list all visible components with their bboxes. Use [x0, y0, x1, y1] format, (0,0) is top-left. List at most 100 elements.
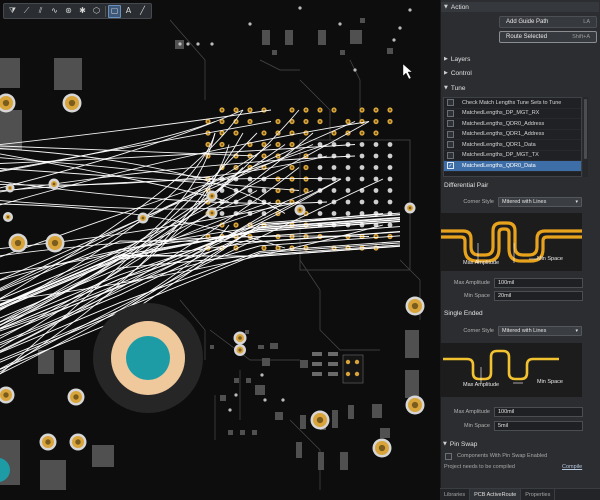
smd-pad	[348, 405, 354, 419]
diff-pair-header: Differential Pair	[444, 182, 489, 189]
polygon-tool-icon[interactable]: ⬡	[90, 5, 103, 18]
bga-pad-core	[220, 143, 224, 146]
smd-pad	[262, 30, 270, 45]
tune-set-item[interactable]: ✓ MatchedLengths_QDR0_Data	[444, 161, 581, 172]
copper-track	[209, 329, 300, 361]
smd-pad	[92, 445, 114, 467]
select-tool-icon[interactable]: ▢	[108, 4, 121, 18]
diff-corner-style-select[interactable]: Mitered with Lines ▾	[498, 197, 582, 207]
pad-tool-icon[interactable]: ✱	[76, 5, 89, 18]
bga-pad-core	[374, 131, 378, 135]
smd-pad	[246, 378, 251, 383]
bga-pad-core	[276, 200, 280, 204]
single-ended-diagram: Max Amplitude Min Space	[441, 343, 582, 397]
smd-pad	[340, 452, 348, 470]
smd-pad	[54, 58, 82, 90]
tune-set-item[interactable]: MatchedLengths_QDR1_Address	[444, 130, 581, 140]
tab-properties[interactable]: Properties	[521, 489, 556, 500]
ic-pad	[354, 371, 360, 377]
single-min-space-caption: Min Space	[537, 379, 563, 385]
tune-set-checkbox[interactable]	[447, 120, 454, 128]
bga-pad-core	[318, 108, 322, 112]
bga-ball	[387, 153, 393, 159]
bga-ball	[317, 211, 323, 216]
bga-ball	[331, 211, 337, 216]
small-via	[234, 393, 238, 397]
smd-pad	[360, 18, 365, 23]
compile-status-message: Project needs to be compiled	[444, 464, 515, 470]
tune-set-item[interactable]: MatchedLengths_QDR0_Address	[444, 119, 581, 130]
add-guide-path-button[interactable]: Add Guide Path LA	[499, 16, 597, 28]
pcb-canvas[interactable]	[0, 0, 440, 500]
smd-pad	[210, 345, 214, 349]
small-via	[398, 26, 402, 30]
smd-pad	[240, 430, 245, 435]
tune-set-checkbox[interactable]	[447, 109, 454, 117]
small-via	[186, 42, 190, 46]
tune-set-item[interactable]: MatchedLengths_QDR1_Data	[444, 140, 581, 151]
via-tool-icon[interactable]: ⊛	[62, 5, 75, 18]
pcb-board-view[interactable]	[0, 0, 440, 500]
multi-route-tool-icon[interactable]: ∿	[48, 5, 61, 18]
bga-pad-core	[374, 120, 378, 123]
single-max-amplitude-input[interactable]: 100mil	[494, 407, 583, 417]
pin-swap-checkbox[interactable]	[445, 453, 452, 460]
tune-set-item[interactable]: Check Match Lengths Tune Sets to Tune	[444, 98, 581, 109]
diff-pair-tool-icon[interactable]: ⫽	[34, 5, 47, 18]
routed-trace	[0, 216, 401, 326]
single-min-space-input[interactable]: 5mil	[494, 421, 583, 431]
smd-pad	[258, 345, 264, 349]
bga-ball	[387, 165, 393, 170]
single-corner-style-label: Corner Style	[463, 328, 494, 334]
single-corner-style-select[interactable]: Mitered with Lines ▾	[498, 326, 582, 336]
bga-ball	[373, 165, 379, 170]
tune-set-checkbox[interactable]	[447, 99, 454, 107]
tune-set-label: MatchedLengths_QDR0_Address	[462, 120, 545, 127]
pin-swap-section-header[interactable]: ▼ Pin Swap	[440, 439, 598, 449]
bga-ball	[247, 188, 253, 193]
tune-set-checkbox[interactable]	[447, 130, 454, 138]
gold-via-hole	[75, 439, 81, 445]
collapse-icon: ▼	[444, 4, 448, 10]
diff-max-amplitude-input[interactable]: 100mil	[494, 278, 583, 288]
text-tool-icon[interactable]: A	[122, 5, 135, 18]
tune-list-scrollbar[interactable]	[583, 97, 588, 177]
tune-set-item[interactable]: MatchedLengths_DP_MGT_TX	[444, 151, 581, 161]
line-tool-icon[interactable]: ╱	[136, 5, 149, 18]
layers-section-header[interactable]: ▶ Layers	[441, 54, 599, 64]
tab-pcb-activeroute[interactable]: PCB ActiveRoute	[470, 489, 522, 500]
pcb-toolbar: ⧩ ⟋ ⫽ ∿ ⊛ ✱ ⬡ ▢ A ╱	[3, 3, 152, 19]
filter-tool-icon[interactable]: ⧩	[6, 5, 19, 18]
tab-libraries[interactable]: Libraries	[440, 489, 471, 500]
route-tool-icon[interactable]: ⟋	[20, 5, 33, 18]
route-selected-button[interactable]: Route Selected Shift+A	[499, 31, 597, 43]
scrollbar-thumb[interactable]	[584, 99, 587, 159]
copper-track	[169, 19, 206, 100]
bga-ball	[359, 199, 365, 205]
bga-pad-core	[304, 189, 308, 192]
bga-ball	[345, 176, 351, 182]
ic-package	[342, 354, 364, 384]
routed-trace	[0, 144, 314, 281]
bga-ball	[345, 188, 351, 193]
bga-pad-core	[290, 108, 294, 112]
bga-ball	[373, 199, 379, 205]
tune-set-checkbox[interactable]	[447, 151, 454, 159]
gold-via-hole	[141, 216, 145, 220]
tune-set-checkbox[interactable]	[447, 141, 454, 149]
tune-set-checkbox[interactable]: ✓	[447, 162, 454, 170]
small-via	[281, 398, 285, 402]
gold-via-hole	[2, 99, 10, 107]
single-ended-serpentine-graphic	[443, 349, 559, 384]
compile-link[interactable]: Compile	[562, 464, 582, 470]
action-section-header[interactable]: ▼ Action	[441, 2, 599, 12]
collapse-icon: ▼	[443, 441, 447, 447]
gold-via-hole	[411, 302, 419, 310]
smd-pad	[272, 50, 277, 55]
gold-via-hole	[238, 336, 242, 340]
diff-min-space-input[interactable]: 20mil	[494, 291, 583, 301]
routed-trace	[0, 121, 216, 173]
control-section-header[interactable]: ▶ Control	[441, 68, 599, 78]
tune-set-item[interactable]: MatchedLengths_DP_MGT_RX	[444, 109, 581, 119]
tune-section-header[interactable]: ▼ Tune	[441, 83, 599, 93]
